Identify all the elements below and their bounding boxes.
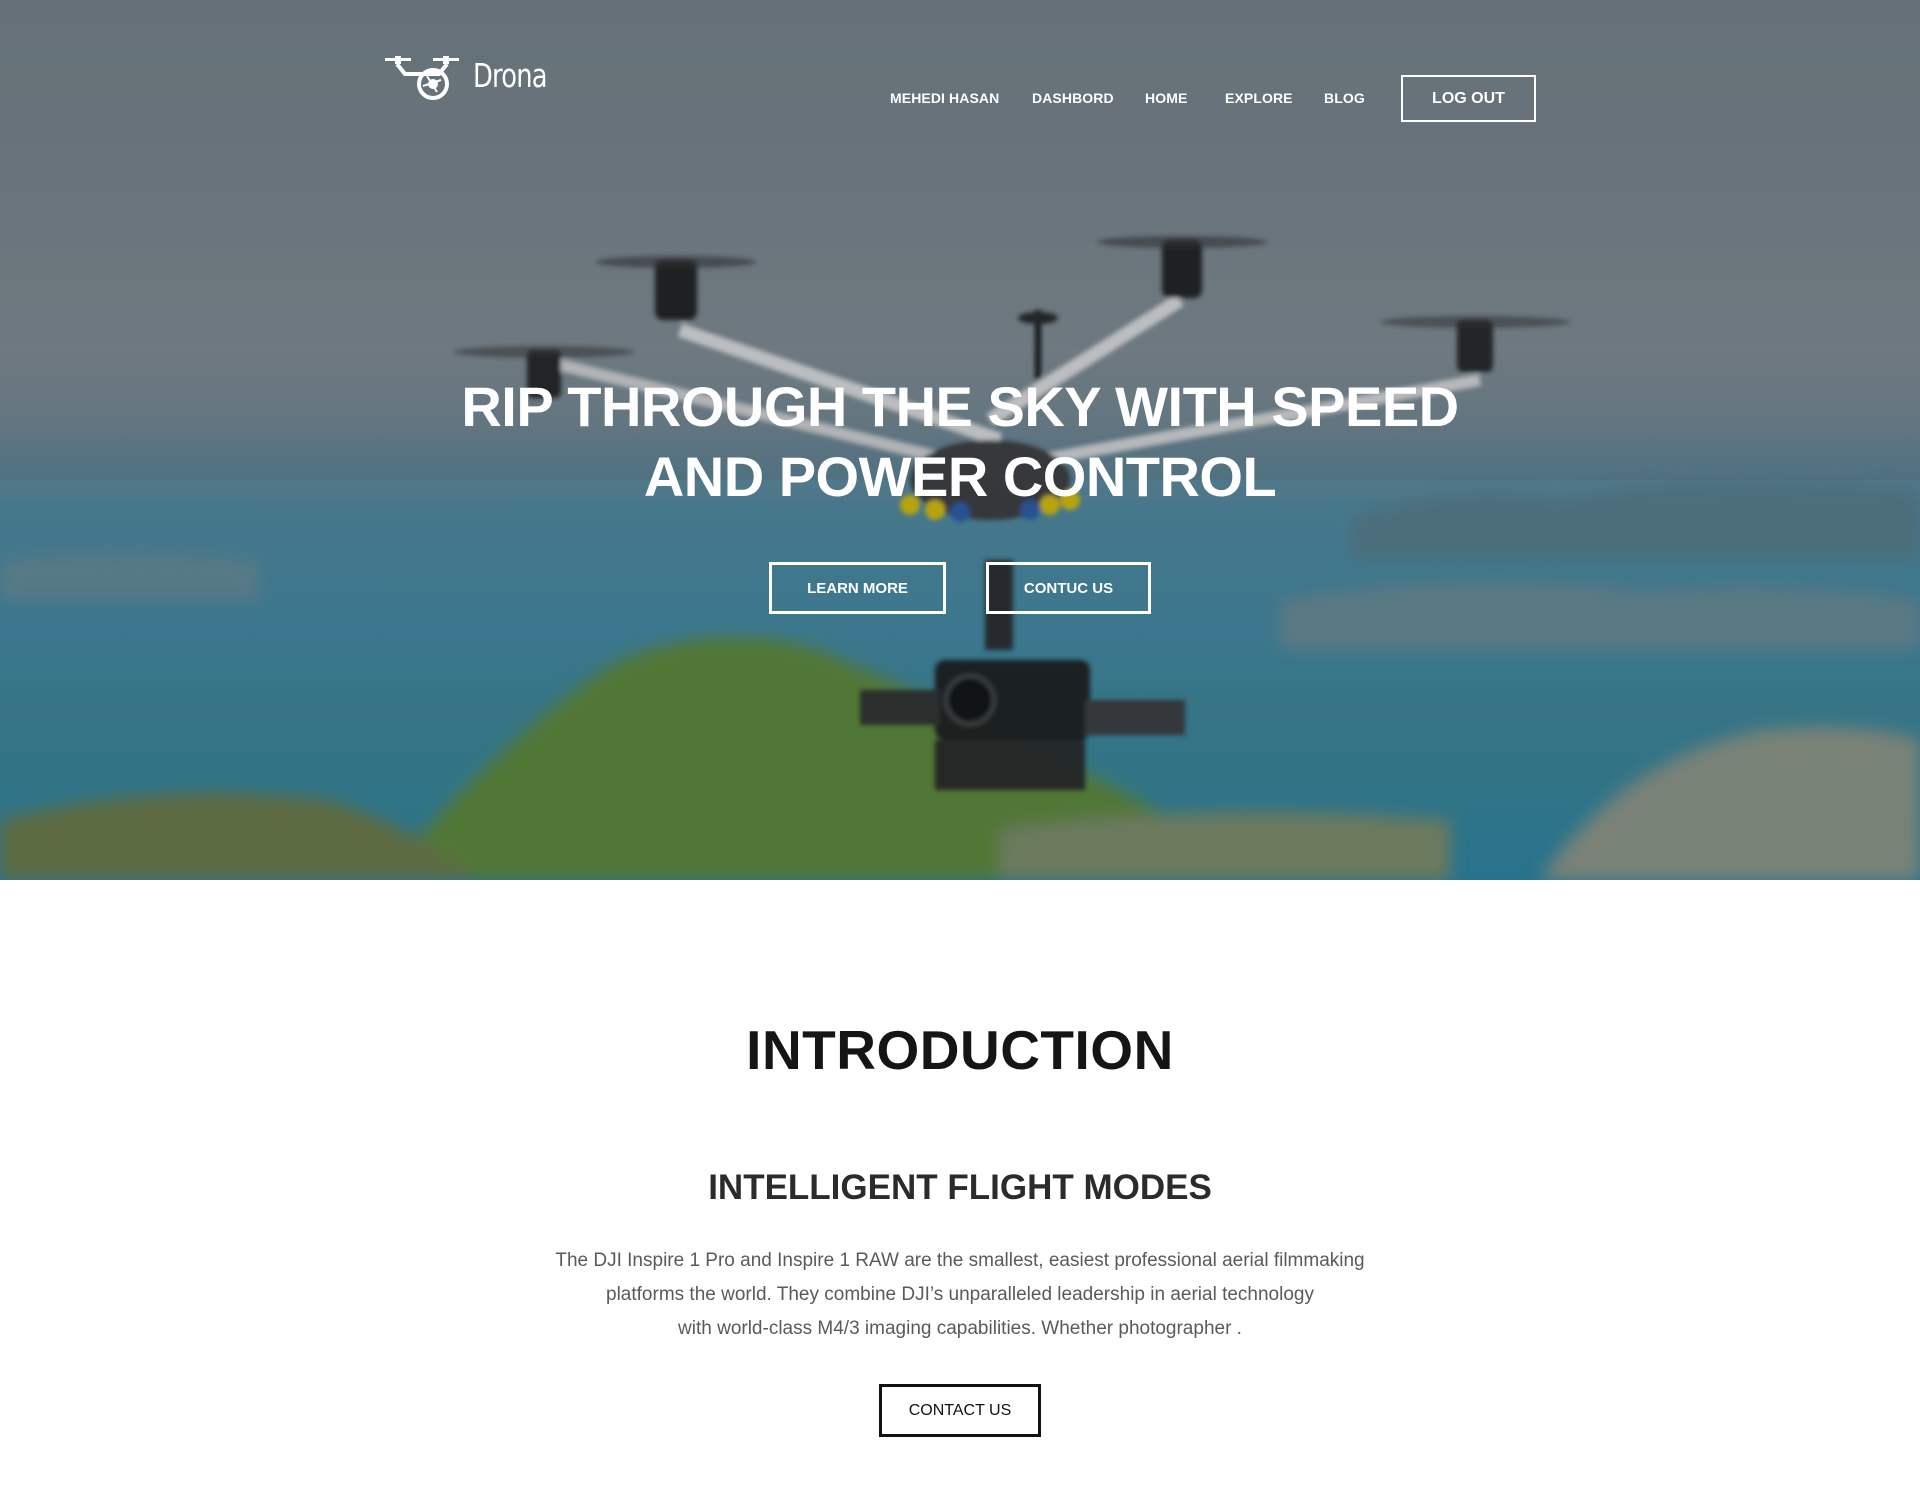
learn-more-button[interactable]: LEARN MORE <box>769 562 946 614</box>
hero-title-line-1: RIP THROUGH THE SKY WITH SPEED <box>461 375 1459 438</box>
logout-button[interactable]: LOG OUT <box>1401 75 1536 122</box>
intro-paragraph-line: The DJI Inspire 1 Pro and Inspire 1 RAW … <box>555 1250 1365 1271</box>
hero-banner: Drona MEHEDI HASAN DASHBORD HOME EXPLORE… <box>0 0 1920 880</box>
drone-camera-logo-icon <box>385 56 459 100</box>
nav-blog[interactable]: BLOG <box>1324 90 1365 106</box>
intro-paragraph-line: with world-class M4/3 imaging capabiliti… <box>678 1318 1242 1339</box>
nav-explore[interactable]: EXPLORE <box>1225 90 1293 106</box>
intro-paragraph-line: platforms the world. They combine DJI’s … <box>606 1284 1314 1305</box>
nav-home[interactable]: HOME <box>1145 90 1187 106</box>
hero-title: RIP THROUGH THE SKY WITH SPEED AND POWER… <box>0 372 1920 512</box>
brand-logo[interactable]: Drona <box>383 52 553 102</box>
brand-name: Drona <box>473 56 548 95</box>
flight-modes-heading: INTELLIGENT FLIGHT MODES <box>708 1168 1212 1207</box>
nav-user-name[interactable]: MEHEDI HASAN <box>890 90 999 106</box>
hero-contact-button[interactable]: CONTUC US <box>986 562 1151 614</box>
introduction-heading: INTRODUCTION <box>746 1019 1174 1081</box>
nav-dashboard[interactable]: DASHBORD <box>1032 90 1114 106</box>
intro-paragraph: The DJI Inspire 1 Pro and Inspire 1 RAW … <box>460 1244 1460 1346</box>
contact-us-button[interactable]: CONTACT US <box>879 1384 1041 1437</box>
hero-title-line-2: AND POWER CONTROL <box>643 445 1277 508</box>
